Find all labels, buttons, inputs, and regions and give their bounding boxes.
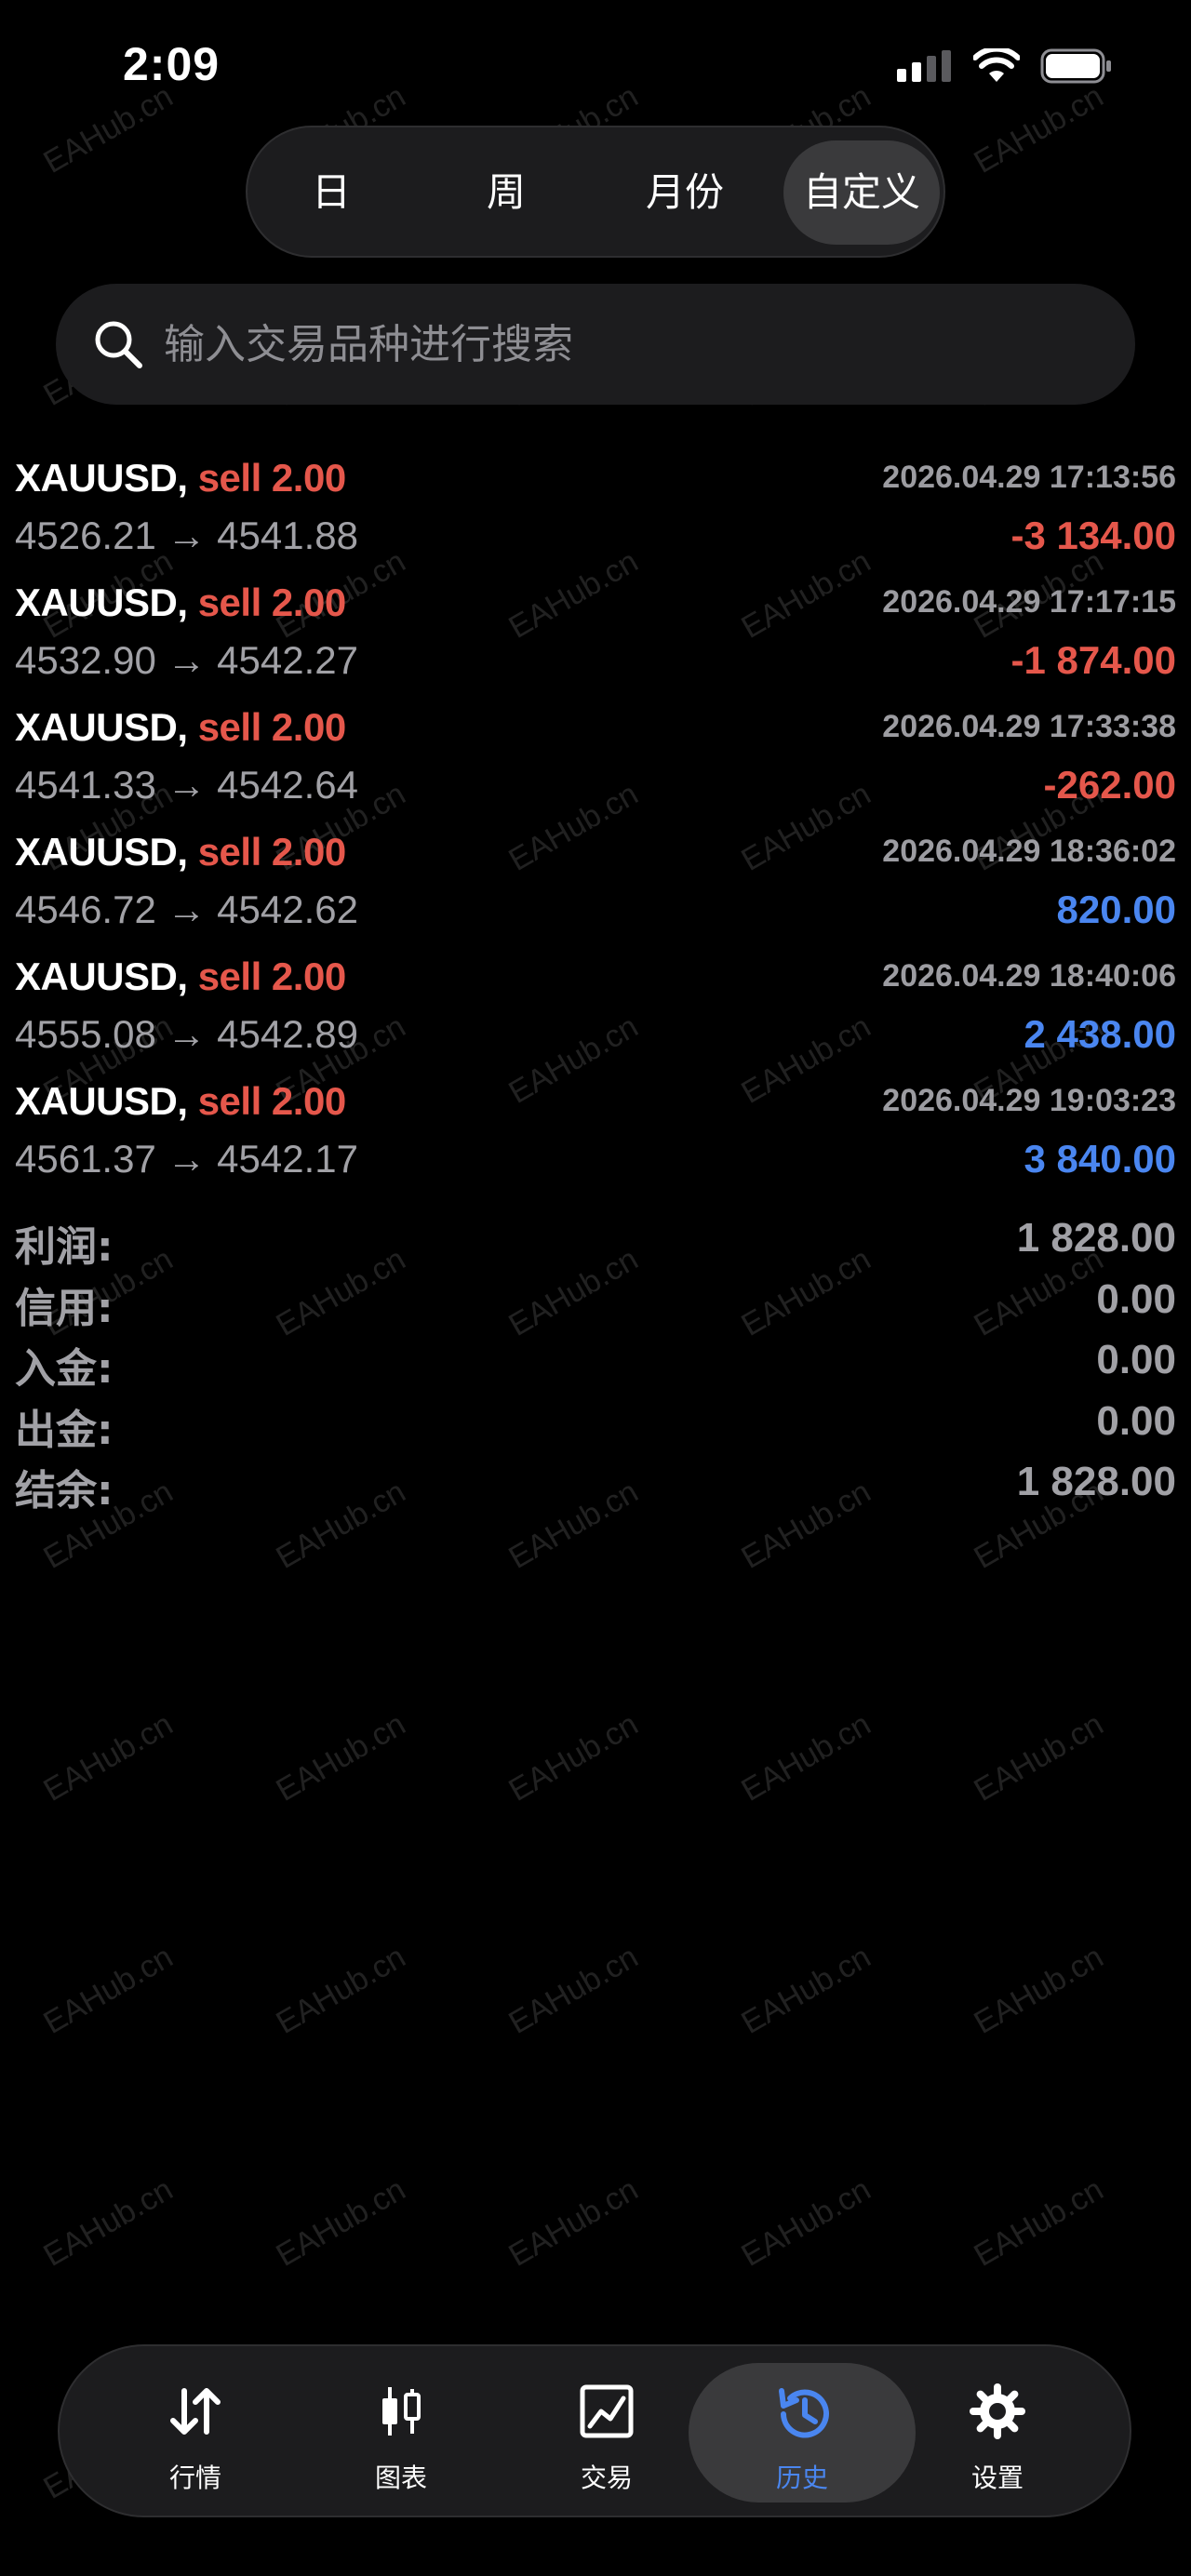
account-summary: 利润: 1 828.00 信用: 0.00 入金: 0.00 出金: 0.00 … [0, 1211, 1191, 1516]
trade-symbol: XAUUSD, [15, 581, 188, 624]
trade-side: sell 2.00 [197, 456, 346, 500]
watermark-text: EAHub.cn [968, 78, 1110, 180]
period-selector: 日 周 月份 自定义 [246, 126, 945, 258]
battery-icon [1040, 48, 1111, 84]
trade-side: sell 2.00 [197, 954, 346, 998]
watermark-text: EAHub.cn [270, 1706, 412, 1809]
trade-prices: 4555.08 → 4542.89 [15, 1012, 358, 1056]
trade-prices: 4561.37 → 4542.17 [15, 1137, 358, 1181]
summary-deposit: 入金: 0.00 [0, 1333, 1191, 1395]
watermark-text: EAHub.cn [37, 1939, 180, 2041]
watermark-text: EAHub.cn [270, 1939, 412, 2041]
tab-month[interactable]: 月份 [620, 140, 750, 245]
trade-side: sell 2.00 [197, 705, 346, 749]
search-input[interactable] [164, 312, 1094, 377]
settings-gear-icon [970, 2383, 1025, 2439]
tab-week[interactable]: 周 [450, 140, 562, 245]
watermark-text: EAHub.cn [37, 78, 180, 180]
trade-list: XAUUSD, sell 2.00 2026.04.29 17:13:56 45… [0, 448, 1191, 1196]
trade-row[interactable]: XAUUSD, sell 2.00 2026.04.29 18:36:02 45… [0, 822, 1191, 947]
trade-symbol: XAUUSD, [15, 1079, 188, 1123]
trade-row[interactable]: XAUUSD, sell 2.00 2026.04.29 17:17:15 45… [0, 573, 1191, 698]
tab-settings[interactable]: 设置 [884, 2363, 1111, 2503]
summary-balance: 结余: 1 828.00 [0, 1455, 1191, 1516]
history-clock-icon [779, 2388, 829, 2438]
summary-value: 0.00 [1096, 1397, 1176, 1444]
trade-time: 2026.04.29 18:40:06 [882, 958, 1176, 994]
bottom-tab-bar: 行情 图表 交易 历史 设置 [58, 2344, 1131, 2517]
summary-withdrawal: 出金: 0.00 [0, 1395, 1191, 1456]
candlestick-chart-icon [382, 2387, 421, 2436]
tab-charts[interactable]: 图表 [288, 2363, 515, 2503]
trade-profit: 3 840.00 [1024, 1137, 1177, 1181]
summary-value: 0.00 [1096, 1337, 1176, 1382]
trade-time: 2026.04.29 17:17:15 [882, 584, 1176, 620]
trade-prices: 4532.90 → 4542.27 [15, 638, 358, 682]
trade-symbol: XAUUSD, [15, 705, 188, 749]
trade-side: sell 2.00 [197, 581, 346, 624]
trade-row[interactable]: XAUUSD, sell 2.00 2026.04.29 19:03:23 45… [0, 1072, 1191, 1196]
summary-value: 1 828.00 [1016, 1459, 1176, 1504]
watermark-text: EAHub.cn [968, 1706, 1110, 1809]
tab-quotes[interactable]: 行情 [82, 2363, 309, 2503]
watermark-text: EAHub.cn [37, 1706, 180, 1809]
trade-side: sell 2.00 [197, 830, 346, 874]
status-icons [897, 48, 1113, 84]
trade-profit: -1 874.00 [1010, 638, 1176, 682]
trade-symbol: XAUUSD, [15, 830, 188, 874]
summary-label: 结余: [15, 1467, 114, 1515]
quotes-arrows-icon [170, 2388, 221, 2435]
trade-profit: 820.00 [1056, 888, 1176, 931]
trade-symbol: XAUUSD, [15, 456, 188, 500]
watermark-text: EAHub.cn [270, 2171, 412, 2274]
watermark-text: EAHub.cn [37, 2171, 180, 2274]
trade-time: 2026.04.29 19:03:23 [882, 1083, 1176, 1118]
tab-custom[interactable]: 自定义 [783, 140, 940, 245]
watermark-text: EAHub.cn [735, 2171, 877, 2274]
tab-label: 图表 [374, 2463, 427, 2493]
tab-label: 交易 [580, 2463, 633, 2493]
trade-prices: 4546.72 → 4542.62 [15, 888, 358, 931]
trade-profit: 2 438.00 [1024, 1012, 1177, 1056]
trade-symbol: XAUUSD, [15, 954, 188, 998]
watermark-text: EAHub.cn [502, 1706, 645, 1809]
summary-value: 0.00 [1096, 1275, 1176, 1322]
watermark-text: EAHub.cn [968, 1939, 1110, 2041]
tab-history[interactable]: 历史 [689, 2363, 916, 2503]
watermark-text: EAHub.cn [735, 1939, 877, 2041]
tab-label: 行情 [168, 2463, 221, 2493]
trade-row[interactable]: XAUUSD, sell 2.00 2026.04.29 18:40:06 45… [0, 947, 1191, 1072]
status-time: 2:09 [123, 38, 221, 90]
tab-label: 历史 [775, 2463, 828, 2493]
trade-prices: 4526.21 → 4541.88 [15, 514, 358, 557]
summary-value: 1 828.00 [1016, 1215, 1176, 1261]
wifi-icon [973, 48, 1020, 82]
trade-prices: 4541.33 → 4542.64 [15, 763, 358, 807]
watermark-text: EAHub.cn [502, 1939, 645, 2041]
trade-time: 2026.04.29 18:36:02 [882, 834, 1176, 869]
trade-profit: -3 134.00 [1010, 514, 1176, 557]
summary-label: 出金: [15, 1406, 114, 1454]
summary-label: 利润: [15, 1223, 114, 1271]
search-bar[interactable] [56, 284, 1135, 405]
summary-credit: 信用: 0.00 [0, 1273, 1191, 1334]
trade-time: 2026.04.29 17:13:56 [882, 460, 1176, 495]
watermark-text: EAHub.cn [502, 2171, 645, 2274]
trade-line-chart-icon [580, 2384, 634, 2438]
tab-trade[interactable]: 交易 [493, 2363, 720, 2503]
trade-row[interactable]: XAUUSD, sell 2.00 2026.04.29 17:33:38 45… [0, 698, 1191, 822]
watermark-text: EAHub.cn [735, 1706, 877, 1809]
search-icon [95, 321, 142, 368]
summary-label: 入金: [15, 1345, 114, 1393]
cellular-signal-icon [897, 50, 951, 82]
tab-label: 设置 [970, 2463, 1024, 2493]
summary-label: 信用: [15, 1284, 114, 1332]
trade-side: sell 2.00 [197, 1079, 346, 1123]
trade-row[interactable]: XAUUSD, sell 2.00 2026.04.29 17:13:56 45… [0, 448, 1191, 573]
tab-day[interactable]: 日 [275, 140, 387, 245]
trade-profit: -262.00 [1043, 763, 1176, 807]
summary-profit: 利润: 1 828.00 [0, 1211, 1191, 1273]
trade-time: 2026.04.29 17:33:38 [882, 709, 1176, 744]
watermark-text: EAHub.cn [968, 2171, 1110, 2274]
